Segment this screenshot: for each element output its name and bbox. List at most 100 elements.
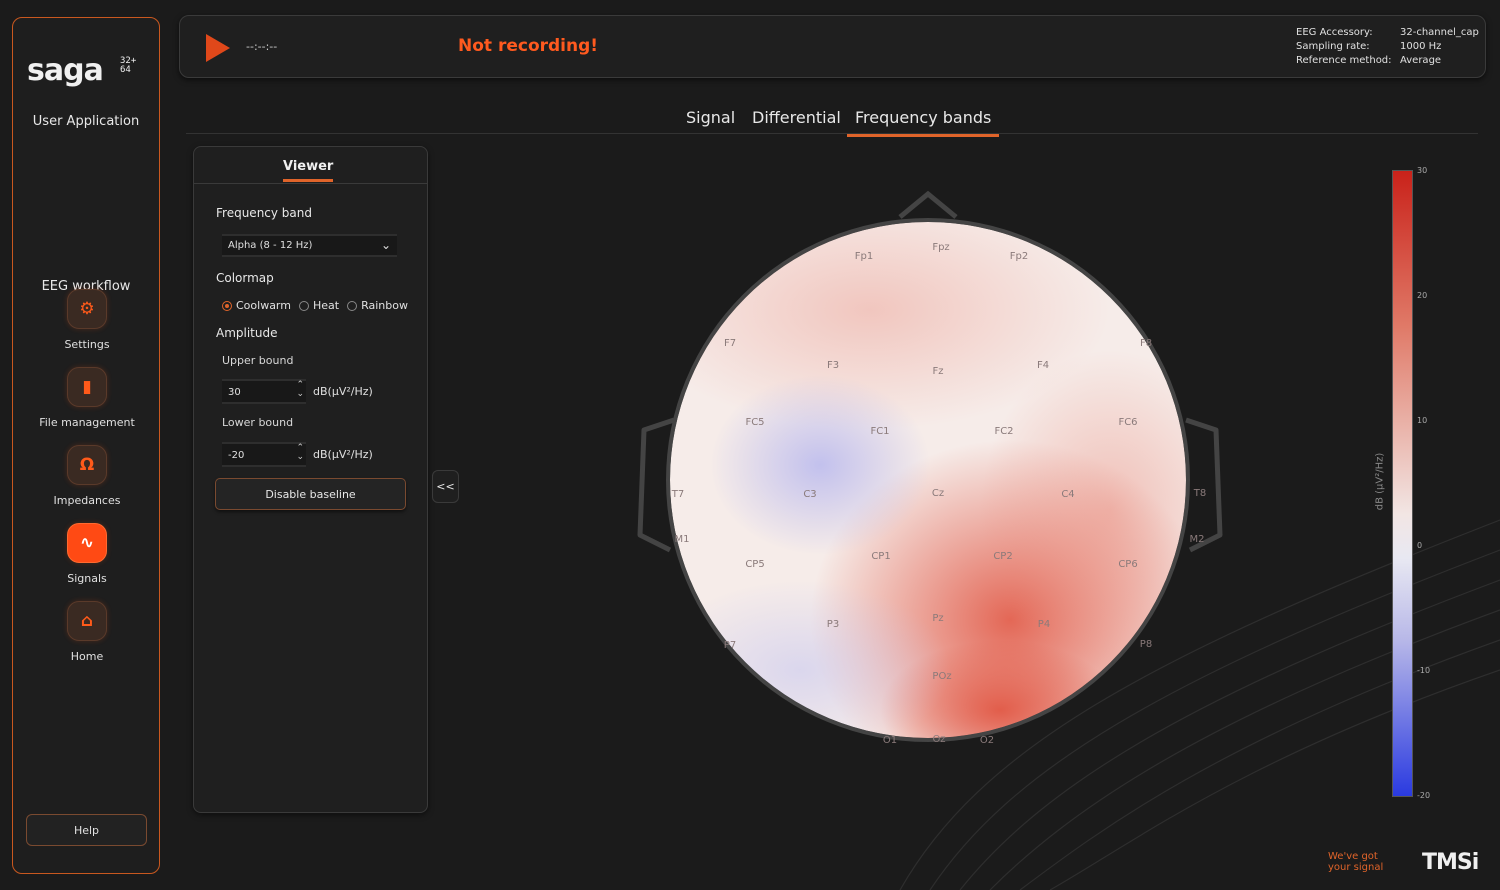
colormap-coolwarm-radio[interactable]: Coolwarm [222, 299, 291, 312]
right-ear [1185, 417, 1223, 553]
device-info: EEG Accessory: 32-channel_cap Sampling ra… [1296, 26, 1479, 68]
radio-label: Heat [312, 299, 340, 312]
electrode-label-fp1: Fp1 [855, 251, 873, 262]
electrode-label-fz: Fz [932, 366, 943, 377]
sidebar: saga 32+ 64 User Application EEG workflow… [12, 17, 160, 874]
electrode-label-fc2: FC2 [994, 426, 1013, 437]
colormap-options: Coolwarm Heat Rainbow [222, 299, 408, 312]
help-button[interactable]: Help [26, 814, 147, 846]
radio-label: Coolwarm [236, 299, 291, 312]
nav-home[interactable]: ⌂ Home [13, 601, 161, 663]
lower-bound-label: Lower bound [222, 416, 294, 429]
colorbar-tick: 10 [1417, 416, 1428, 425]
frequency-band-label: Frequency band [216, 206, 312, 220]
electrode-label-cz: Cz [932, 488, 944, 499]
collapse-panel-button[interactable]: << [432, 470, 459, 503]
recording-status: Not recording! [458, 36, 599, 56]
tab-frequency-bands[interactable]: Frequency bands [847, 108, 1000, 137]
slogan: We've got your signal [1328, 851, 1383, 873]
logo-word: saga [27, 53, 104, 88]
colormap-label: Colormap [216, 271, 274, 285]
amplitude-label: Amplitude [216, 326, 278, 340]
nose [898, 190, 958, 219]
electrode-label-p4: P4 [1038, 619, 1050, 630]
electrode-label-pz: Pz [932, 613, 943, 624]
slogan-line: your signal [1328, 862, 1384, 873]
lower-bound-value: -20 [228, 450, 245, 461]
tab-differential[interactable]: Differential [744, 108, 849, 134]
colormap-rainbow-radio[interactable]: Rainbow [347, 299, 408, 312]
colorbar-tick: -10 [1417, 666, 1431, 675]
file-icon: ▮ [67, 367, 107, 407]
app-subtitle: User Application [32, 114, 140, 129]
play-icon[interactable] [206, 34, 230, 62]
nav-impedances[interactable]: Ω Impedances [13, 445, 161, 507]
top-bar: --:--:-- Not recording! EEG Accessory: 32… [179, 15, 1486, 78]
topomap-heat [670, 222, 1186, 738]
nav-label: File management [39, 416, 135, 429]
nav-settings[interactable]: ⚙ Settings [13, 289, 161, 351]
tab-signal[interactable]: Signal [678, 108, 743, 134]
nav-label: Settings [64, 338, 110, 351]
info-value: Average [1400, 55, 1442, 66]
topomap: Fp1 Fpz Fp2 F7 F3 Fz F4 F8 FC5 FC1 FC2 FC6 T7 C3 Cz C4 T… [637, 190, 1223, 746]
electrode-label-fc1: FC1 [870, 426, 889, 437]
electrode-label-o2: O2 [980, 735, 994, 746]
spinner-icon[interactable]: ⌃ ⌄ [296, 444, 304, 462]
nav-label: Home [70, 650, 104, 663]
electrode-label-cp1: CP1 [871, 551, 890, 562]
electrode-label-p3: P3 [827, 619, 839, 630]
colorbar-tick: 0 [1417, 541, 1423, 550]
upper-bound-unit: dB(μV²/Hz) [313, 385, 373, 398]
electrode-label-f3: F3 [827, 360, 839, 371]
colorbar [1392, 170, 1413, 797]
disable-baseline-button[interactable]: Disable baseline [215, 478, 406, 510]
nav-signals[interactable]: ∿ Signals [13, 523, 161, 585]
electrode-label-oz: Oz [932, 734, 945, 745]
info-key: EEG Accessory: [1296, 27, 1373, 38]
electrode-label-fp2: Fp2 [1010, 251, 1028, 262]
electrode-label-f8: F8 [1140, 338, 1152, 349]
upper-bound-label: Upper bound [222, 354, 294, 367]
colorbar-tick: 30 [1417, 166, 1428, 175]
nav-file-management[interactable]: ▮ File management [13, 367, 161, 429]
nav-label: Impedances [53, 494, 121, 507]
electrode-label-c3: C3 [803, 489, 816, 500]
electrode-label-fpz: Fpz [932, 242, 949, 253]
electrode-label-cp6: CP6 [1118, 559, 1137, 570]
lower-bound-input[interactable]: -20 ⌃ ⌄ [222, 442, 306, 467]
frequency-band-value: Alpha (8 - 12 Hz) [228, 240, 313, 251]
view-tabs: Signal Differential Frequency bands [186, 104, 1478, 137]
frequency-band-select[interactable]: Alpha (8 - 12 Hz) ⌄ [222, 234, 397, 257]
upper-bound-value: 30 [228, 387, 241, 398]
electrode-label-p8: P8 [1140, 639, 1152, 650]
electrode-label-f4: F4 [1037, 360, 1049, 371]
info-value: 32-channel_cap [1400, 27, 1479, 38]
info-key: Sampling rate: [1296, 41, 1370, 52]
viewer-panel: Viewer Frequency band Alpha (8 - 12 Hz) … [193, 146, 428, 813]
electrode-label-m2: M2 [1190, 534, 1205, 545]
upper-bound-input[interactable]: 30 ⌃ ⌄ [222, 379, 306, 404]
electrode-label-o1: O1 [883, 735, 897, 746]
logo-channels: 32+ 64 [120, 56, 137, 75]
chevron-down-icon: ⌄ [380, 238, 391, 252]
electrode-label-m1: M1 [675, 534, 690, 545]
panel-header: Viewer [194, 147, 427, 184]
radio-dot [222, 300, 232, 311]
tab-viewer[interactable]: Viewer [283, 159, 334, 182]
lower-bound-unit: dB(μV²/Hz) [313, 448, 373, 461]
saga-logo: saga 32+ 64 [27, 56, 152, 96]
colormap-heat-radio[interactable]: Heat [298, 299, 340, 312]
electrode-label-cp5: CP5 [745, 559, 764, 570]
colorbar-tick: -20 [1417, 791, 1431, 800]
pulse-icon: ∿ [67, 523, 107, 563]
slogan-line: We've got [1328, 851, 1378, 862]
gears-icon: ⚙ [67, 289, 107, 329]
info-value: 1000 Hz [1400, 41, 1442, 52]
radio-dot [298, 300, 309, 311]
nav-label: Signals [67, 572, 107, 585]
electrode-label-t7: T7 [671, 489, 684, 500]
electrode-label-p7: P7 [724, 640, 736, 651]
tmsi-logo: TMSi [1422, 850, 1479, 875]
spinner-icon[interactable]: ⌃ ⌄ [296, 381, 304, 399]
